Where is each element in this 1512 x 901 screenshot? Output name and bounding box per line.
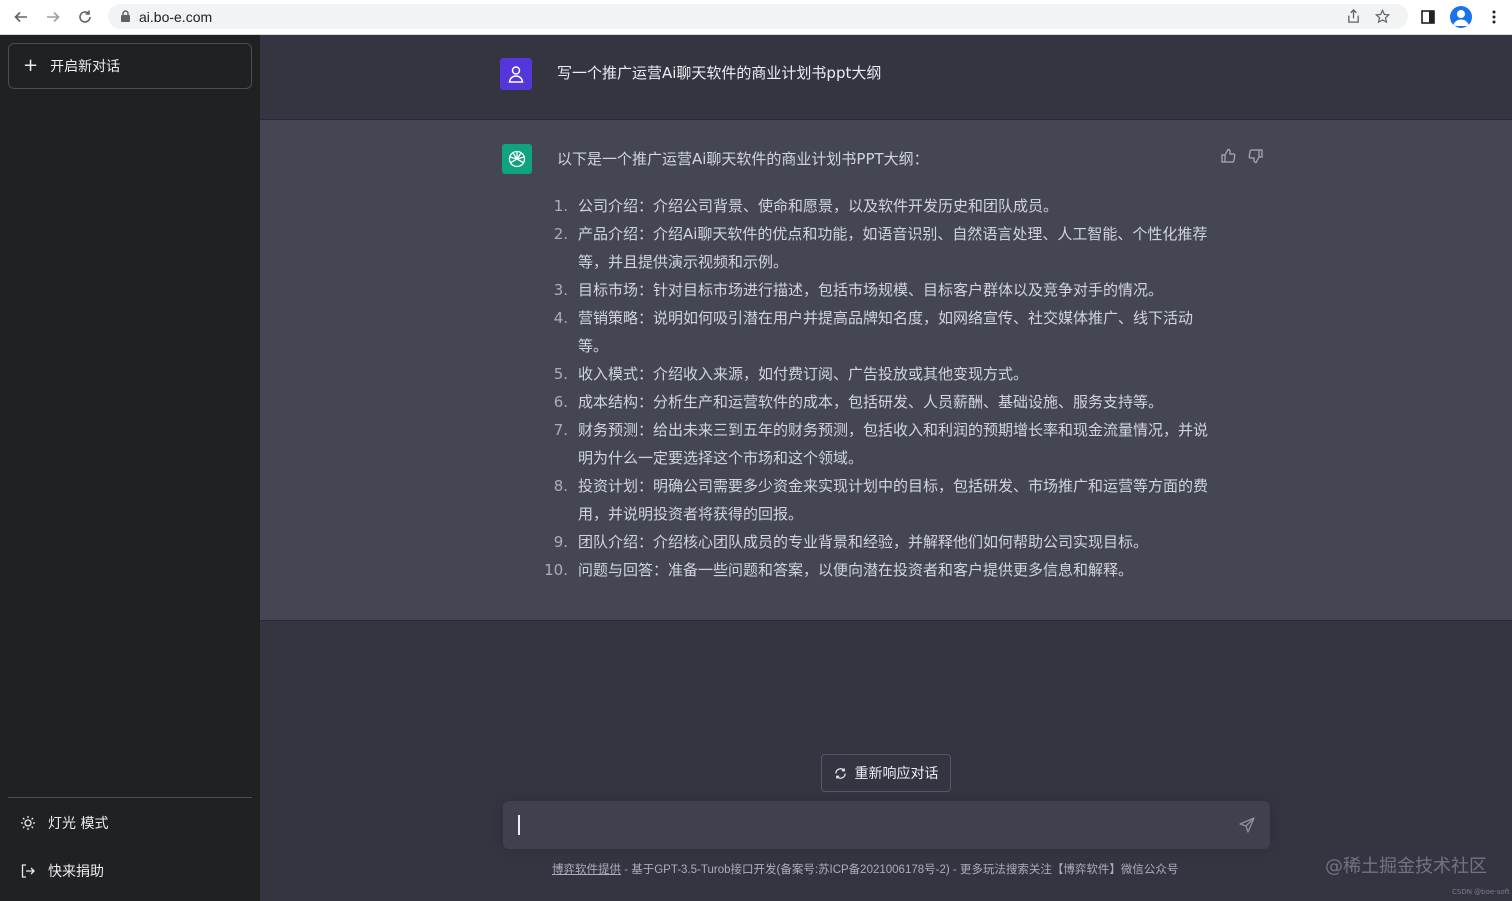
outline-item-text: 收入模式：介绍收入来源，如付费订阅、广告投放或其他变现方式。: [578, 365, 1029, 383]
outline-item-number: 7.: [553, 421, 568, 439]
user-message-text: 写一个推广运营Ai聊天软件的商业计划书ppt大纲: [557, 64, 882, 82]
footer-disclaimer: 博弈软件提供 - 基于GPT-3.5-Turob接口开发(备案号:苏ICP备20…: [552, 861, 1232, 877]
person-icon: [1453, 9, 1469, 26]
watermark: @稀土掘金技术社区: [1325, 856, 1487, 877]
address-bar[interactable]: ai.bo-e.com: [108, 4, 1408, 29]
reload-icon: [79, 10, 91, 23]
refresh-icon: [834, 767, 846, 779]
bookmark-star-icon[interactable]: [1375, 9, 1390, 24]
user-avatar: [500, 58, 532, 90]
outline-item-text: 营销策略：说明如何吸引潜在用户并提高品牌知名度，如网络宣传、社交媒体推广、线下活…: [578, 309, 1194, 355]
lock-icon: [120, 7, 131, 26]
forward-button[interactable]: [42, 6, 64, 28]
new-chat-label: 开启新对话: [50, 59, 121, 75]
back-button[interactable]: [10, 6, 32, 28]
outline-item: 5. 收入模式：介绍收入来源，如付费订阅、广告投放或其他变现方式。: [538, 360, 1208, 388]
outline-item-number: 5.: [553, 365, 568, 383]
regenerate-label: 重新响应对话: [854, 766, 939, 782]
outline-list: 1. 公司介绍：介绍公司背景、使命和愿景，以及软件开发历史和团队成员。 2. 产品介绍…: [538, 192, 1208, 584]
outline-item-text: 问题与回答：准备一些问题和答案，以便向潜在投资者和客户提供更多信息和解释。: [578, 561, 1134, 579]
arrow-left-icon: [14, 11, 27, 23]
reload-button[interactable]: [74, 6, 96, 28]
outline-item: 8. 投资计划：明确公司需要多少资金来实现计划中的目标，包括研发、市场推广和运营等…: [538, 472, 1208, 528]
outline-item-text: 产品介绍：介绍Ai聊天软件的优点和功能，如语音识别、自然语言处理、人工智能、个性…: [578, 225, 1208, 271]
thumbs-up-icon[interactable]: [1220, 148, 1236, 164]
side-panel-icon[interactable]: [1420, 9, 1436, 25]
outline-item-number: 2.: [553, 225, 568, 243]
message-input[interactable]: [517, 813, 1217, 837]
outline-item: 3. 目标市场：针对目标市场进行描述，包括市场规模、目标客户群体以及竞争对手的情况…: [538, 276, 1208, 304]
sidebar-item-light-mode[interactable]: 灯光 模式: [8, 801, 252, 845]
share-icon[interactable]: [1346, 9, 1361, 24]
outline-item-number: 8.: [553, 477, 568, 495]
outline-item-number: 9.: [553, 533, 568, 551]
outline-item: 2. 产品介绍：介绍Ai聊天软件的优点和功能，如语音识别、自然语言处理、人工智能、…: [538, 220, 1208, 276]
outline-item-text: 成本结构：分析生产和运营软件的成本，包括研发、人员薪酬、基础设施、服务支持等。: [578, 393, 1164, 411]
outline-item: 6. 成本结构：分析生产和运营软件的成本，包括研发、人员薪酬、基础设施、服务支持等…: [538, 388, 1208, 416]
outline-item-number: 10.: [544, 561, 568, 579]
outline-item-number: 1.: [553, 197, 568, 215]
regenerate-button[interactable]: 重新响应对话: [821, 754, 951, 792]
profile-avatar[interactable]: [1450, 5, 1472, 28]
user-message-row: 写一个推广运营Ai聊天软件的商业计划书ppt大纲: [260, 35, 1512, 120]
url-text: ai.bo-e.com: [139, 8, 213, 25]
logout-icon: [21, 864, 35, 878]
assistant-avatar: [502, 144, 532, 174]
text-caret: [518, 815, 520, 835]
outline-item-number: 4.: [553, 309, 568, 327]
sidebar-item-label: 灯光 模式: [48, 816, 109, 832]
sidebar-divider: [8, 797, 252, 798]
outline-item-number: 6.: [553, 393, 568, 411]
more-menu-icon[interactable]: [1486, 9, 1502, 25]
new-chat-button[interactable]: + 开启新对话: [8, 43, 252, 89]
message-composer: [503, 801, 1270, 849]
assistant-intro-text: 以下是一个推广运营Ai聊天软件的商业计划书PPT大纲：: [557, 150, 929, 168]
outline-item-text: 公司介绍：介绍公司背景、使命和愿景，以及软件开发历史和团队成员。: [578, 197, 1059, 215]
outline-item: 7. 财务预测：给出未来三到五年的财务预测，包括收入和利润的预期增长率和现金流量情…: [538, 416, 1208, 472]
sidebar-item-donate[interactable]: 快来捐助: [8, 849, 252, 893]
watermark-small: CSDN @boe-soft: [1452, 888, 1510, 896]
outline-item: 10. 问题与回答：准备一些问题和答案，以便向潜在投资者和客户提供更多信息和解释。: [538, 556, 1208, 584]
chat-main: 写一个推广运营Ai聊天软件的商业计划书ppt大纲 以下是一个推广运营Ai聊天软件…: [260, 35, 1512, 901]
assistant-message-row: 以下是一个推广运营Ai聊天软件的商业计划书PPT大纲： 1. 公司介绍：介绍公司背…: [260, 120, 1512, 621]
sun-icon: [21, 816, 35, 830]
arrow-right-icon: [47, 11, 60, 23]
outline-item: 1. 公司介绍：介绍公司背景、使命和愿景，以及软件开发历史和团队成员。: [538, 192, 1208, 220]
outline-item-text: 财务预测：给出未来三到五年的财务预测，包括收入和利润的预期增长率和现金流量情况，…: [578, 421, 1209, 467]
outline-item: 9. 团队介绍：介绍核心团队成员的专业背景和经验，并解释他们如何帮助公司实现目标。: [538, 528, 1208, 556]
outline-item-number: 3.: [553, 281, 568, 299]
footer-provider-link[interactable]: 博弈软件提供: [552, 864, 621, 876]
outline-item-text: 投资计划：明确公司需要多少资金来实现计划中的目标，包括研发、市场推广和运营等方面…: [578, 477, 1209, 523]
thumbs-down-icon[interactable]: [1248, 148, 1264, 164]
feedback-buttons: [1220, 148, 1264, 164]
send-icon: [1239, 817, 1255, 833]
user-icon: [508, 66, 524, 83]
footer-info: - 基于GPT-3.5-Turob接口开发(备案号:苏ICP备202100617…: [621, 864, 1179, 876]
plus-icon: +: [23, 55, 39, 76]
send-button[interactable]: [1238, 816, 1256, 834]
outline-item: 4. 营销策略：说明如何吸引潜在用户并提高品牌知名度，如网络宣传、社交媒体推广、线…: [538, 304, 1208, 360]
sidebar: + 开启新对话 灯光 模式 快来捐助: [0, 35, 260, 901]
outline-item-text: 团队介绍：介绍核心团队成员的专业背景和经验，并解释他们如何帮助公司实现目标。: [578, 533, 1149, 551]
outline-item-text: 目标市场：针对目标市场进行描述，包括市场规模、目标客户群体以及竞争对手的情况。: [578, 281, 1164, 299]
browser-toolbar: ai.bo-e.com: [0, 0, 1512, 35]
openai-logo-icon: [508, 150, 526, 168]
sidebar-item-label: 快来捐助: [48, 864, 104, 880]
